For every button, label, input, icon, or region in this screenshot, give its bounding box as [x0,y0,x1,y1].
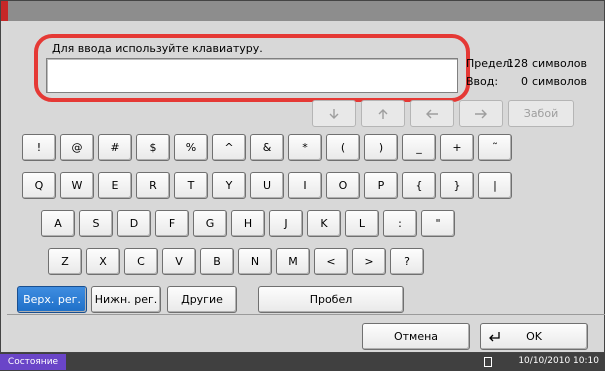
input-prompt: Для ввода используйте клавиатуру. [52,42,263,55]
key-row2-0[interactable]: Q [22,172,56,199]
divider [7,314,605,315]
enter-return-icon [489,332,500,342]
key-row3-6[interactable]: J [269,210,303,237]
key-row3-5[interactable]: H [231,210,265,237]
cursor-right-button[interactable] [459,100,503,127]
key-row2-2[interactable]: E [98,172,132,199]
key-row4-7[interactable]: < [314,248,348,275]
key-row1-4[interactable]: % [174,134,208,161]
limit-unit: символов [532,57,587,70]
key-row4-3[interactable]: V [162,248,196,275]
key-row2-10[interactable]: { [402,172,436,199]
key-row4-2[interactable]: C [124,248,158,275]
key-row2-12[interactable]: | [478,172,512,199]
key-row3-3[interactable]: F [155,210,189,237]
key-row3-4[interactable]: G [193,210,227,237]
backspace-button[interactable]: Забой [508,100,574,127]
key-row1-10[interactable]: _ [402,134,436,161]
key-row1-12[interactable]: ˜ [478,134,512,161]
key-row3-0[interactable]: A [41,210,75,237]
other-symbols-button[interactable]: Другие [167,286,237,313]
key-row4-1[interactable]: X [86,248,120,275]
key-row1-11[interactable]: + [440,134,474,161]
key-row1-5[interactable]: ^ [212,134,246,161]
cursor-up-button[interactable] [361,100,405,127]
input-count-unit: символов [532,75,587,88]
key-row1-1[interactable]: @ [60,134,94,161]
title-strip [8,1,604,21]
key-row3-10[interactable]: " [421,210,455,237]
key-row2-11[interactable]: } [440,172,474,199]
cancel-button[interactable]: Отмена [362,323,470,350]
key-row1-8[interactable]: ( [326,134,360,161]
key-row4-0[interactable]: Z [48,248,82,275]
key-row3-1[interactable]: S [79,210,113,237]
key-row3-8[interactable]: L [345,210,379,237]
ok-label: OK [526,330,542,343]
key-row4-8[interactable]: > [352,248,386,275]
key-row2-3[interactable]: R [136,172,170,199]
key-row4-9[interactable]: ? [390,248,424,275]
arrow-down-icon [329,108,339,119]
lower-case-button[interactable]: Нижн. рег. [91,286,161,313]
key-row4-6[interactable]: M [276,248,310,275]
upper-case-button[interactable]: Верх. рег. [17,286,87,313]
input-count-value: 0 [521,75,528,88]
key-row1-0[interactable]: ! [22,134,56,161]
key-row3-2[interactable]: D [117,210,151,237]
key-row1-7[interactable]: * [288,134,322,161]
key-row2-1[interactable]: W [60,172,94,199]
input-count-label: Ввод: [466,75,499,88]
key-row1-2[interactable]: # [98,134,132,161]
key-row1-3[interactable]: $ [136,134,170,161]
key-row3-9[interactable]: : [383,210,417,237]
key-row4-4[interactable]: B [200,248,234,275]
ok-button[interactable]: OK [480,323,588,350]
key-row2-5[interactable]: Y [212,172,246,199]
key-row2-9[interactable]: P [364,172,398,199]
key-row2-7[interactable]: I [288,172,322,199]
cursor-left-button[interactable] [410,100,454,127]
arrow-up-icon [378,108,388,119]
key-row1-9[interactable]: ) [364,134,398,161]
key-row2-6[interactable]: U [250,172,284,199]
arrow-left-icon [426,109,438,118]
limit-value: 128 [507,57,528,70]
key-row2-4[interactable]: T [174,172,208,199]
space-button[interactable]: Пробел [258,286,404,313]
key-row4-5[interactable]: N [238,248,272,275]
key-row1-6[interactable]: & [250,134,284,161]
status-datetime: 10/10/2010 10:10 [518,356,599,366]
cursor-down-button[interactable] [312,100,356,127]
status-bar [0,353,605,371]
key-row3-7[interactable]: K [307,210,341,237]
key-row2-8[interactable]: O [326,172,360,199]
device-status-icon [484,357,492,367]
arrow-right-icon [475,109,487,118]
text-input-field[interactable] [46,58,458,93]
status-button[interactable]: Состояние [0,354,66,370]
